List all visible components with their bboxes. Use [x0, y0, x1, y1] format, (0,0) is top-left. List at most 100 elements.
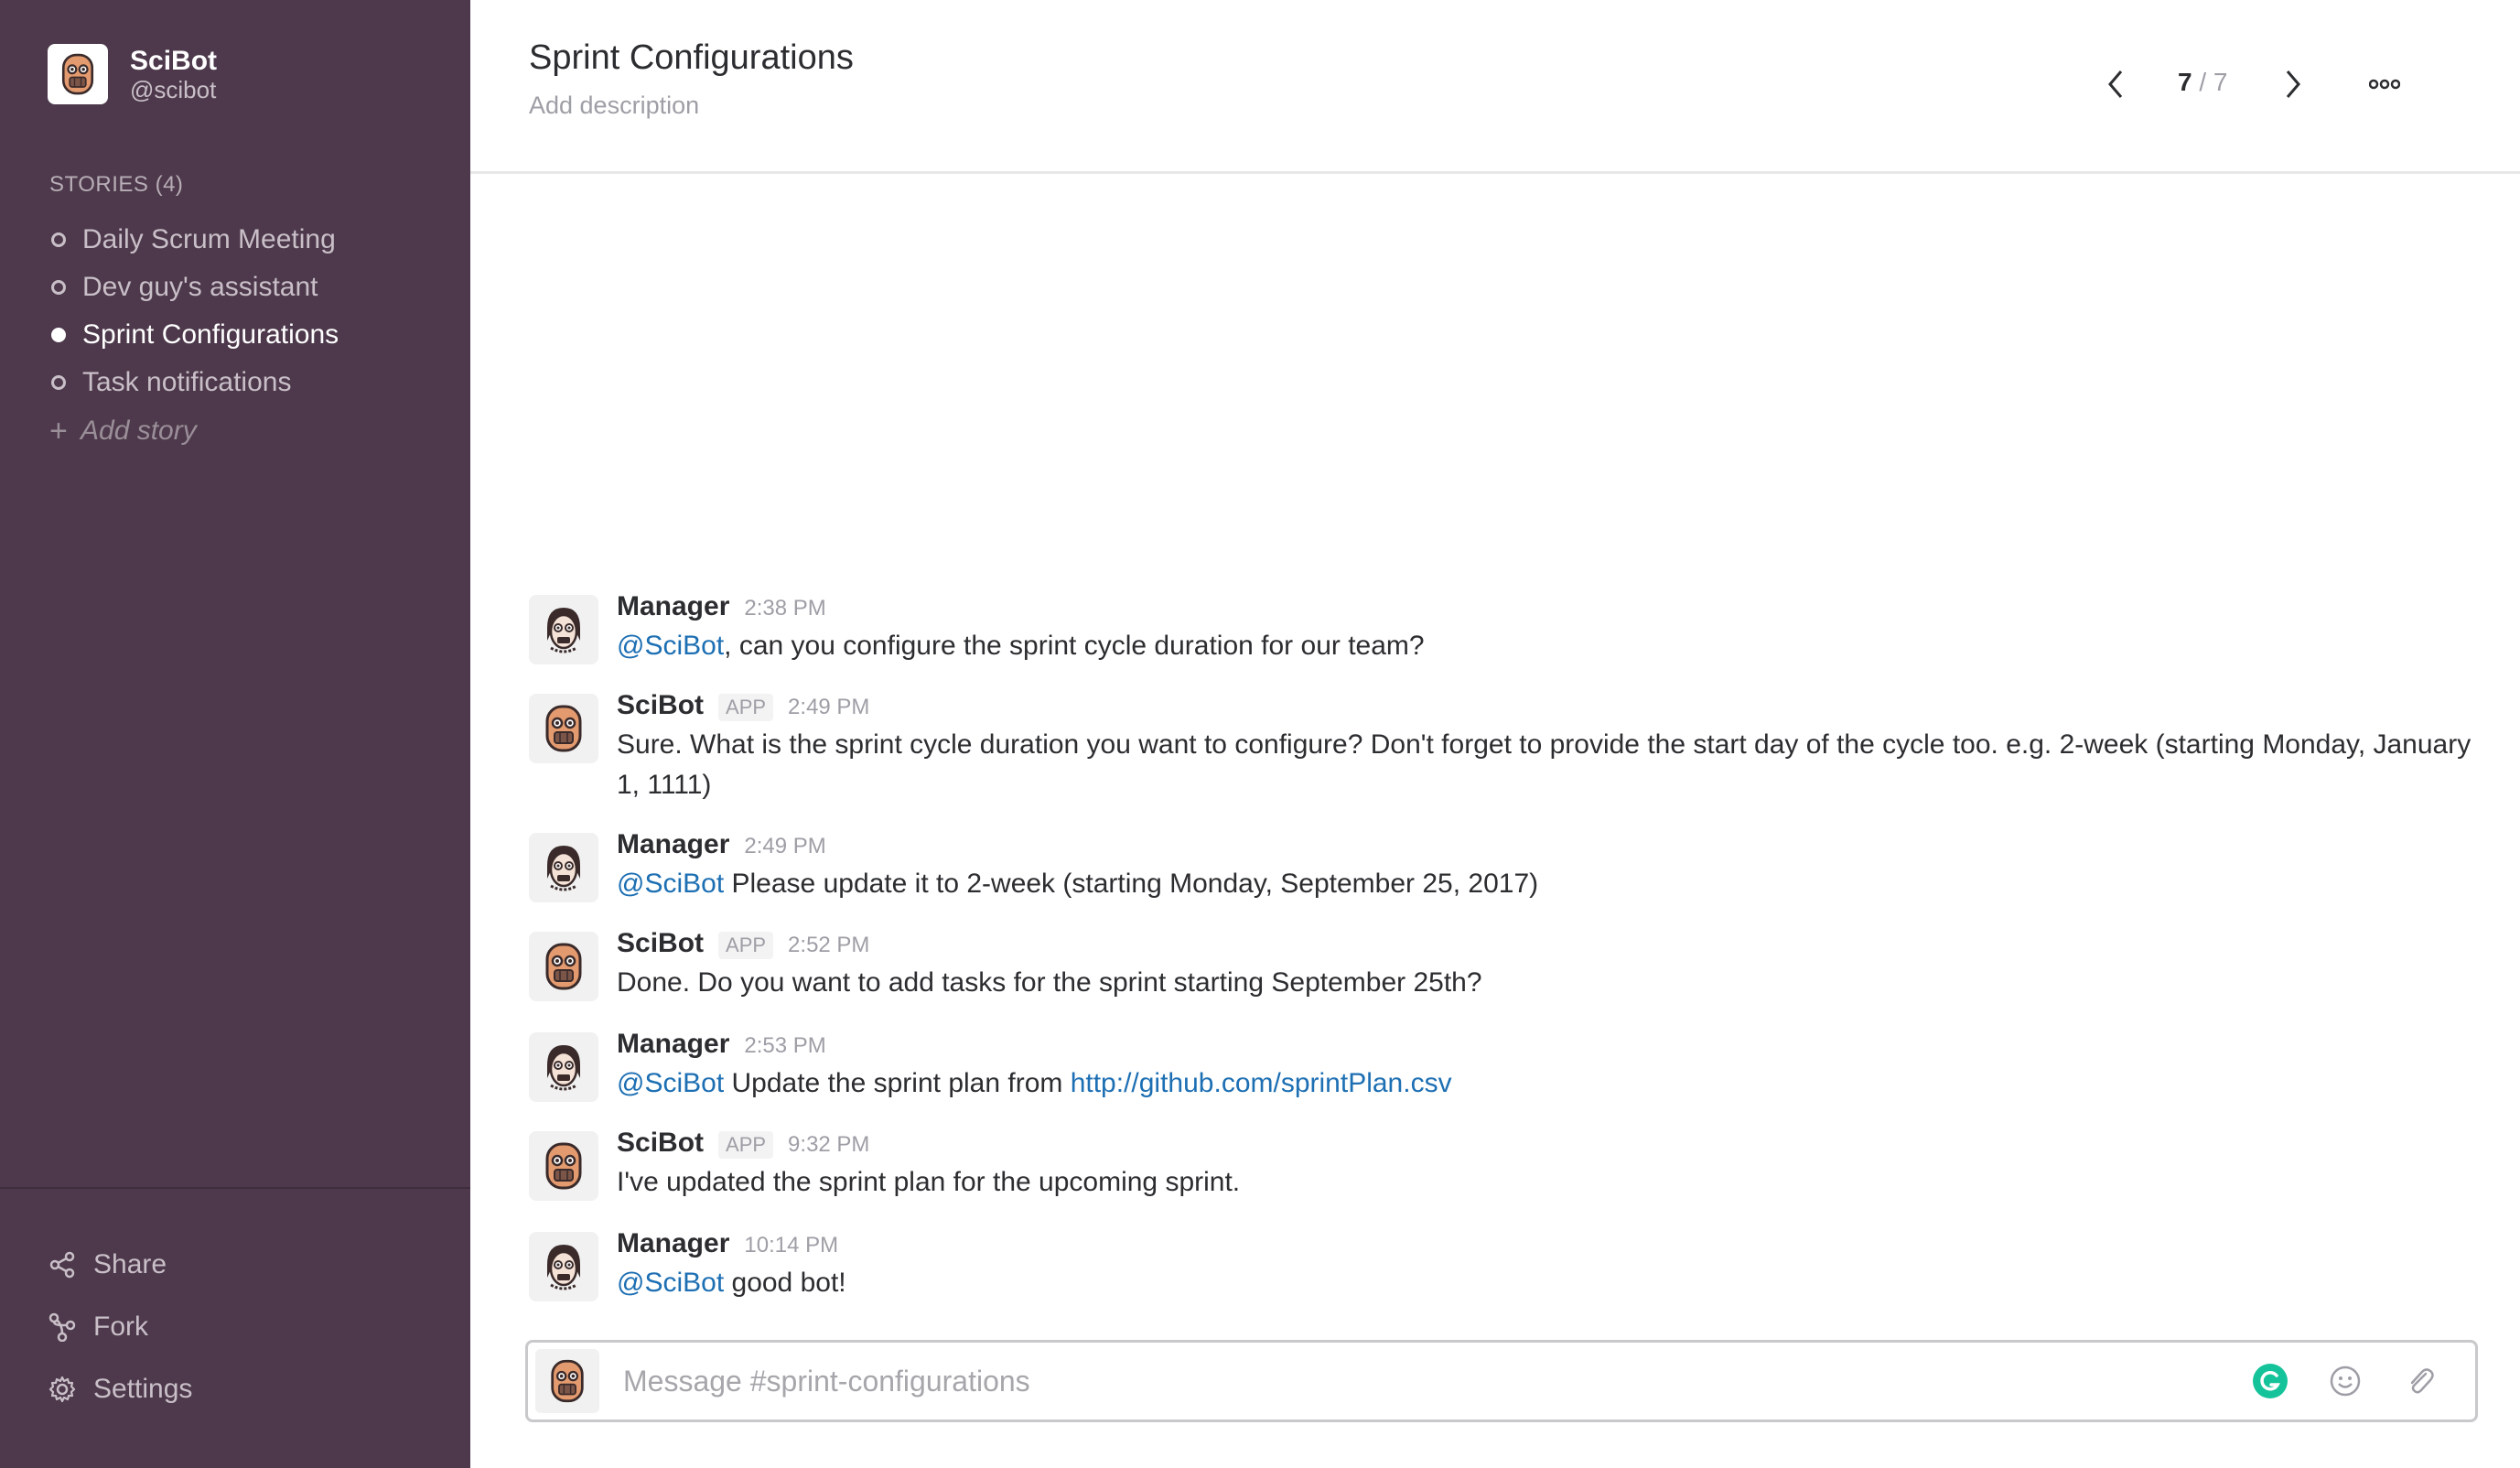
app-badge: APP	[718, 932, 774, 959]
robot-icon	[545, 943, 582, 990]
manager-avatar-icon	[547, 608, 580, 653]
message-header: Manager 2:38 PM	[617, 586, 2505, 626]
story-status-dot	[51, 280, 66, 295]
message-author[interactable]: Manager	[617, 591, 729, 622]
message-content: Update the sprint plan from	[724, 1068, 1071, 1098]
message-item: Manager 2:53 PM @SciBot Update the sprin…	[529, 1023, 2505, 1122]
fork-label: Fork	[93, 1311, 148, 1342]
plus-icon: +	[49, 413, 68, 448]
manager-avatar-icon	[547, 1045, 580, 1091]
message-time[interactable]: 2:52 PM	[788, 933, 869, 958]
message-text: @SciBot Please update it to 2-week (star…	[617, 864, 2483, 904]
attach-file-button[interactable]	[2400, 1361, 2440, 1401]
story-item-sprint-configurations[interactable]: Sprint Configurations	[51, 311, 339, 359]
add-story-label: Add story	[81, 416, 197, 446]
scibot-avatar[interactable]	[529, 1131, 598, 1201]
message-text: Sure. What is the sprint cycle duration …	[617, 729, 2472, 800]
message-item: SciBot APP 2:52 PM Done. Do you want to …	[529, 923, 2505, 1023]
message-composer	[525, 1340, 2478, 1422]
page-total: / 7	[2199, 68, 2228, 96]
grammarly-button[interactable]	[2250, 1361, 2290, 1401]
message-author[interactable]: Manager	[617, 829, 729, 860]
sprint-plan-link[interactable]: http://github.com/sprintPlan.csv	[1071, 1068, 1452, 1098]
manager-avatar[interactable]	[529, 1032, 598, 1102]
story-item-dev-assistant[interactable]: Dev guy's assistant	[51, 264, 339, 311]
share-icon	[49, 1251, 75, 1279]
mention-link[interactable]: @SciBot	[617, 869, 724, 899]
bot-avatar	[48, 44, 108, 104]
settings-button[interactable]: Settings	[48, 1358, 192, 1420]
story-item-task-notifications[interactable]: Task notifications	[51, 359, 339, 406]
previous-button[interactable]	[2095, 64, 2136, 104]
robot-icon	[551, 1359, 584, 1403]
message-text: @SciBot Update the sprint plan from http…	[617, 1063, 2483, 1104]
message-input[interactable]	[621, 1363, 2250, 1399]
message-body: SciBot APP 9:32 PM I've updated the spri…	[617, 1122, 2505, 1223]
page-title: Sprint Configurations	[529, 38, 854, 77]
message-text: @SciBot good bot!	[617, 1263, 2483, 1303]
message-author[interactable]: Manager	[617, 1029, 729, 1060]
story-item-daily-scrum[interactable]: Daily Scrum Meeting	[51, 216, 339, 264]
message-time[interactable]: 2:49 PM	[788, 695, 869, 720]
sidebar-actions: Share Fork Settings	[48, 1234, 192, 1420]
share-button[interactable]: Share	[48, 1234, 192, 1296]
sidebar: SciBot @scibot STORIES (4) Daily Scrum M…	[0, 0, 470, 1468]
message-body: SciBot APP 2:49 PM Sure. What is the spr…	[617, 685, 2505, 824]
manager-avatar-icon	[547, 1245, 580, 1290]
message-content: good bot!	[724, 1268, 846, 1298]
mention-link[interactable]: @SciBot	[617, 1268, 724, 1298]
message-time[interactable]: 2:49 PM	[744, 834, 825, 859]
message-header: Manager 2:53 PM	[617, 1023, 2505, 1063]
message-time[interactable]: 2:53 PM	[744, 1033, 825, 1059]
emoji-button[interactable]	[2325, 1361, 2365, 1401]
fork-icon	[48, 1312, 76, 1342]
message-body: Manager 10:14 PM @SciBot good bot!	[617, 1223, 2505, 1323]
add-story-button[interactable]: + Add story	[49, 406, 339, 456]
main-panel: Sprint Configurations Add description 7 …	[470, 0, 2520, 1468]
scibot-avatar[interactable]	[529, 932, 598, 1001]
add-description-field[interactable]: Add description	[529, 92, 699, 120]
grammarly-icon	[2253, 1364, 2288, 1398]
workspace-handle: @scibot	[130, 76, 217, 103]
manager-avatar[interactable]	[529, 595, 598, 664]
message-list: Manager 2:38 PM @SciBot, can you configu…	[529, 586, 2505, 1323]
story-status-dot	[51, 328, 66, 342]
message-author[interactable]: SciBot	[617, 1128, 704, 1159]
more-icon	[2369, 79, 2400, 90]
next-button[interactable]	[2273, 64, 2313, 104]
manager-avatar[interactable]	[529, 1232, 598, 1301]
message-author[interactable]: Manager	[617, 1228, 729, 1259]
mention-link[interactable]: @SciBot	[617, 631, 724, 661]
message-body: Manager 2:38 PM @SciBot, can you configu…	[617, 586, 2505, 685]
gear-icon	[48, 1376, 76, 1403]
paperclip-icon	[2410, 1368, 2434, 1394]
chevron-right-icon	[2286, 70, 2300, 98]
robot-icon	[545, 1142, 582, 1190]
settings-label: Settings	[93, 1374, 193, 1404]
message-item: SciBot APP 9:32 PM I've updated the spri…	[529, 1122, 2505, 1223]
share-label: Share	[93, 1249, 167, 1279]
story-label: Dev guy's assistant	[82, 272, 318, 302]
message-time[interactable]: 2:38 PM	[744, 596, 825, 621]
manager-avatar-icon	[547, 846, 580, 891]
page-current: 7	[2178, 68, 2192, 96]
message-header: SciBot APP 2:52 PM	[617, 923, 2505, 963]
message-text: @SciBot, can you configure the sprint cy…	[617, 626, 2483, 666]
message-body: Manager 2:53 PM @SciBot Update the sprin…	[617, 1023, 2505, 1122]
topbar: Sprint Configurations Add description 7 …	[470, 0, 2520, 174]
message-item: Manager 10:14 PM @SciBot good bot!	[529, 1223, 2505, 1323]
scibot-avatar[interactable]	[529, 694, 598, 763]
mention-link[interactable]: @SciBot	[617, 1068, 724, 1098]
robot-icon	[545, 705, 582, 752]
message-time[interactable]: 10:14 PM	[744, 1233, 838, 1258]
message-header: SciBot APP 9:32 PM	[617, 1122, 2505, 1162]
message-author[interactable]: SciBot	[617, 928, 704, 959]
fork-button[interactable]: Fork	[48, 1296, 192, 1358]
manager-avatar[interactable]	[529, 833, 598, 902]
message-author[interactable]: SciBot	[617, 690, 704, 721]
workspace-header[interactable]: SciBot @scibot	[48, 44, 217, 104]
app-badge: APP	[718, 694, 774, 721]
page-counter: 7 / 7	[2178, 68, 2228, 97]
more-options-button[interactable]	[2364, 64, 2405, 104]
message-time[interactable]: 9:32 PM	[788, 1132, 869, 1158]
